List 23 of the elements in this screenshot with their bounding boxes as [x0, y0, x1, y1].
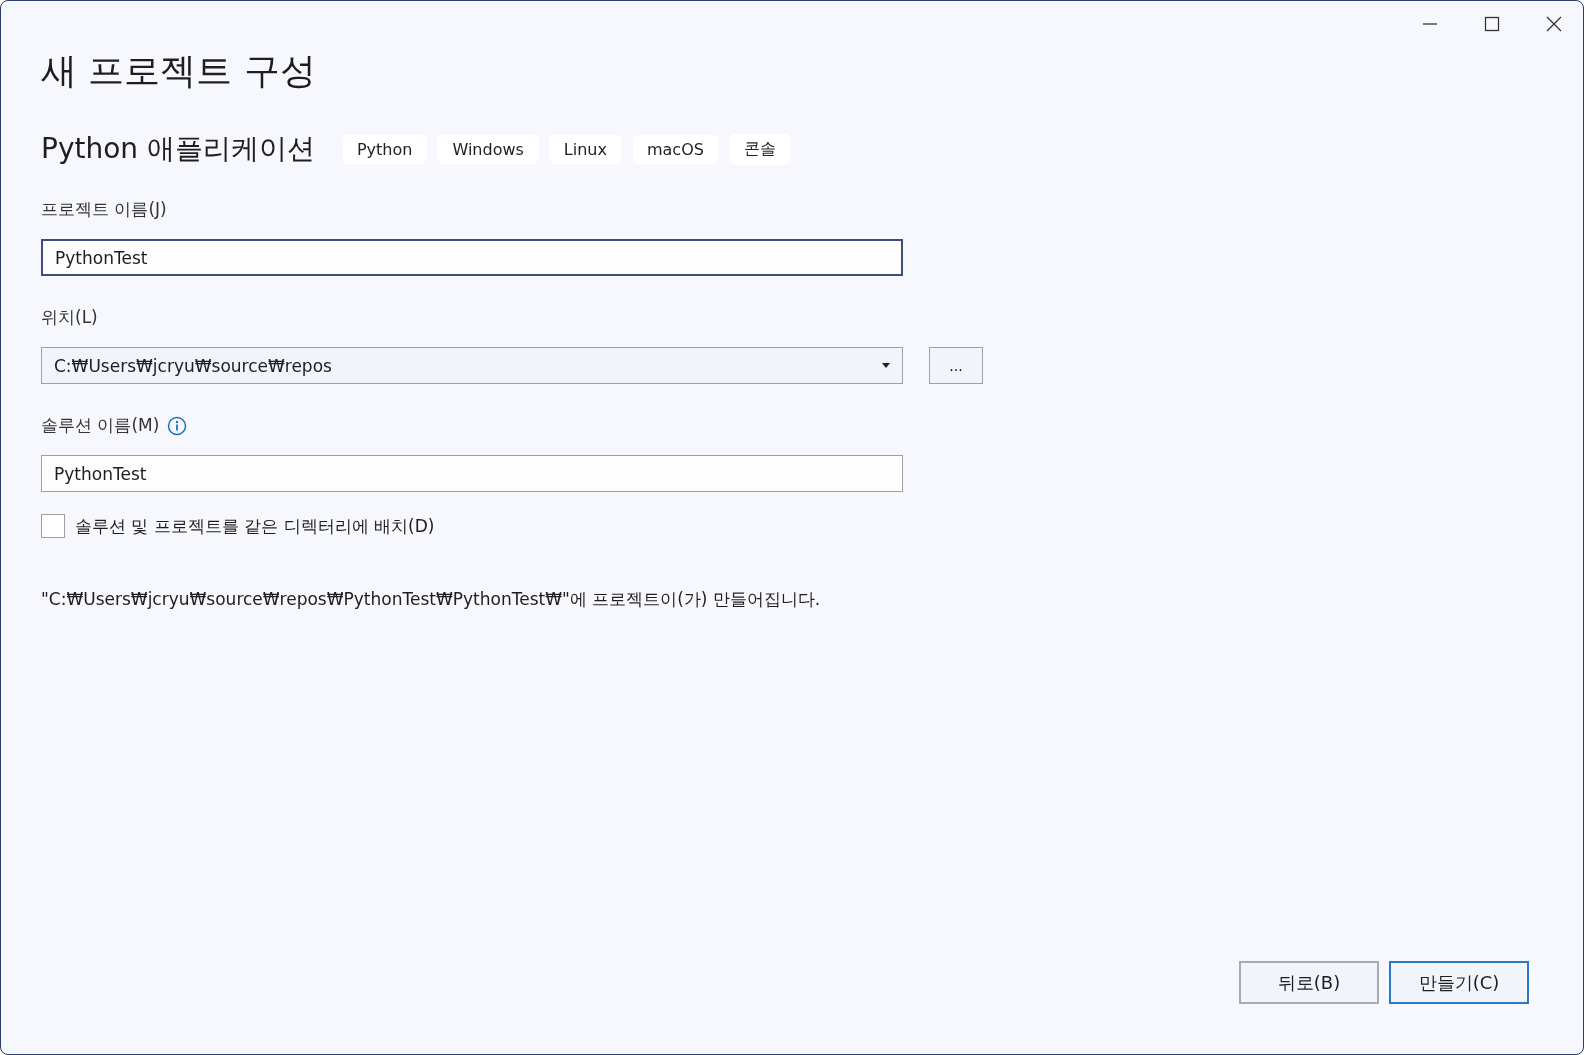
dropdown-caret-icon: [882, 363, 890, 368]
template-tag: macOS: [632, 134, 718, 164]
browse-button[interactable]: ...: [929, 347, 983, 384]
path-note: "C:₩Users₩jcryu₩source₩repos₩PythonTest₩PythonTest₩"에 프로젝트이(가) 만들어집니다.: [41, 588, 822, 611]
maximize-icon[interactable]: [1483, 15, 1501, 33]
checkbox[interactable]: [41, 514, 65, 538]
template-tag: Python: [342, 134, 427, 164]
input-field[interactable]: PythonTest: [41, 455, 903, 492]
location-dropdown[interactable]: C:₩Users₩jcryu₩source₩repos: [41, 347, 903, 384]
field-label: 프로젝트 이름(J): [41, 198, 167, 221]
template-name: Python 애플리케이션: [41, 131, 315, 167]
template-tag: Windows: [438, 134, 538, 164]
input-field[interactable]: PythonTest: [41, 239, 903, 276]
dialog-button[interactable]: 뒤로(B): [1239, 961, 1379, 1004]
checkbox-label: 솔루션 및 프로젝트를 같은 디렉터리에 배치(D): [75, 514, 435, 538]
dialog-title: 새 프로젝트 구성: [41, 49, 317, 93]
dialog-button[interactable]: 만들기(C): [1389, 961, 1529, 1004]
close-icon[interactable]: [1545, 15, 1563, 33]
field-label: 솔루션 이름(M): [41, 414, 160, 437]
template-tag: 콘솔: [729, 133, 790, 165]
field-label: 위치(L): [41, 306, 98, 329]
info-icon: [167, 415, 188, 436]
template-tag: Linux: [549, 134, 621, 164]
